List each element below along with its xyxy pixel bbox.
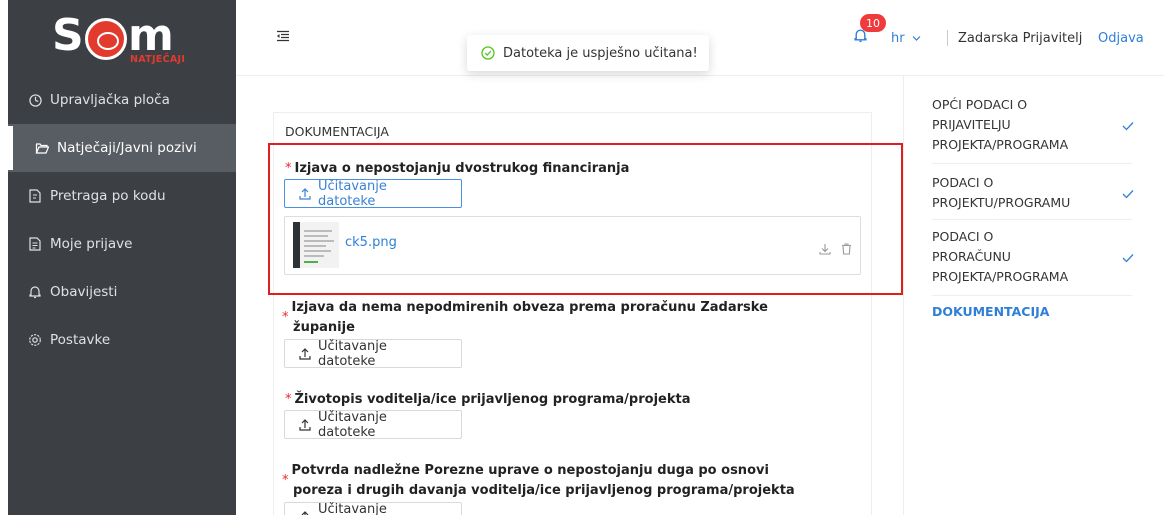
step-general-info[interactable]: OPĆI PODACI O PRIJAVITELJU PROJEKTA/PROG… [932,95,1134,155]
upload-icon [299,418,311,431]
upload-icon [299,347,311,360]
field-label-tax: *Potvrda nadležne Porezne uprave o nepos… [282,463,795,498]
user-name: Zadarska Prijavitelj [958,31,1083,46]
sidebar-nav: Upravljačka ploča Natječaji/Javni pozivi… [8,76,236,364]
header-divider [947,30,948,46]
sidebar-item-label: Moje prijave [50,236,133,252]
check-circle-icon [481,46,495,60]
folder-open-icon [35,141,49,155]
notification-count-badge: 10 [860,14,886,32]
menu-collapse-icon[interactable] [276,28,290,47]
file-text-icon [28,237,42,251]
logo-letter-s: S [52,10,84,61]
success-toast: Datoteka je uspješno učitana! [467,35,709,71]
check-icon [1122,249,1134,269]
step-divider [932,219,1132,220]
upload-button-obligations[interactable]: Učitavanje datoteke [284,339,462,369]
logo-subtitle: NATJEČAJI [130,54,186,65]
file-search-icon [28,189,42,203]
field-label-cv: * Životopis voditelja/ice prijavljenog pr… [285,392,691,407]
logo-emblem-icon [85,18,127,60]
sidebar-item-pretraga[interactable]: Pretraga po kodu [8,172,236,220]
required-marker: * [285,392,292,407]
top-header: Datoteka je uspješno učitana! 10 hr Zada… [236,0,1164,76]
step-documentation[interactable]: DOKUMENTACIJA [932,302,1132,322]
step-divider [932,163,1132,164]
logo-area[interactable]: S m NATJEČAJI [8,0,236,76]
steps-panel: OPĆI PODACI O PRIJAVITELJU PROJEKTA/PROG… [903,76,1164,515]
field-label-obligations: *Izjava da nema nepodmirenih obveza prem… [282,300,768,335]
language-selector[interactable]: hr [891,31,921,46]
section-title: DOKUMENTACIJA [285,124,389,139]
check-icon [1122,117,1134,137]
upload-button-tax[interactable]: Učitavanje datoteke [284,502,462,515]
dashboard-icon [28,93,42,107]
sidebar-item-label: Obavijesti [50,284,118,300]
upload-icon [299,510,311,515]
sidebar-item-label: Pretraga po kodu [50,188,166,204]
step-project-info[interactable]: PODACI O PROJEKTU/PROGRAMU [932,173,1134,213]
chevron-down-icon [912,36,921,41]
bell-icon [28,285,42,299]
highlight-box [268,143,903,295]
toast-message: Datoteka je uspješno učitana! [503,45,698,61]
sidebar-item-moje-prijave[interactable]: Moje prijave [8,220,236,268]
logout-link[interactable]: Odjava [1098,31,1144,46]
language-value: hr [891,31,905,46]
required-marker: * [282,310,289,325]
sidebar-item-obavijesti[interactable]: Obavijesti [8,268,236,316]
sidebar-item-dashboard[interactable]: Upravljačka ploča [8,76,236,124]
sidebar-item-label: Postavke [50,332,111,348]
sidebar-item-natjecaji[interactable]: Natječaji/Javni pozivi [8,124,236,172]
sidebar: S m NATJEČAJI Upravljačka ploča Natječaj… [8,0,236,515]
logo: S m NATJEČAJI [52,8,192,68]
upload-button-cv[interactable]: Učitavanje datoteke [284,410,462,440]
sidebar-item-postavke[interactable]: Postavke [8,316,236,364]
sidebar-item-label: Natječaji/Javni pozivi [57,140,197,156]
sidebar-item-label: Upravljačka ploča [50,92,170,108]
check-icon [1122,185,1134,205]
required-marker: * [282,473,289,488]
step-budget-info[interactable]: PODACI O PRORAČUNU PROJEKTA/PROGRAMA [932,227,1134,287]
step-divider [932,295,1132,296]
gear-icon [28,333,42,347]
